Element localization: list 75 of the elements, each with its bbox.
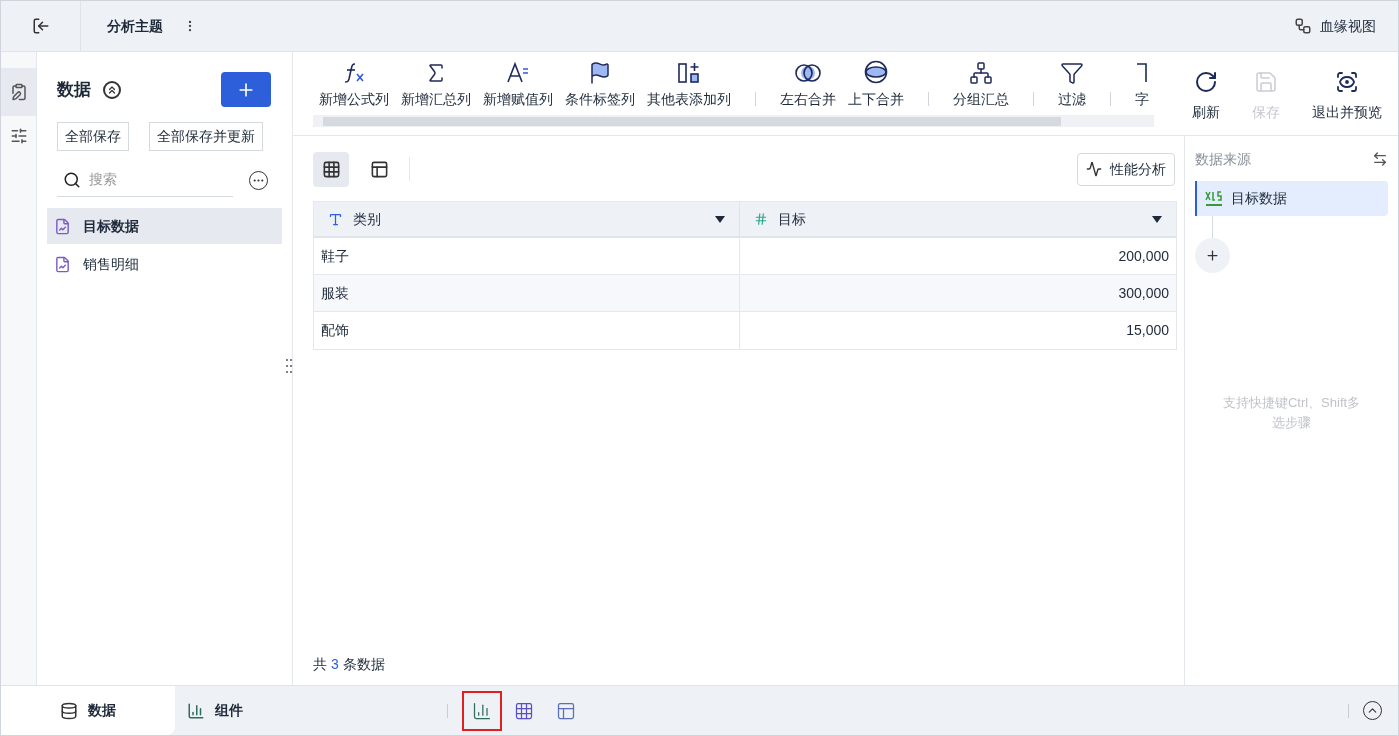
filter-icon <box>1060 61 1084 85</box>
chart-file-icon <box>54 217 71 235</box>
clipboard-icon <box>9 83 28 101</box>
dataset-item[interactable]: 销售明细 <box>47 246 282 282</box>
action-button[interactable]: 退出并预览 <box>1312 70 1382 123</box>
shortcut-hint: 支持快捷键Ctrl、Shift多选步骤 <box>1221 394 1362 432</box>
save-all-button[interactable]: 全部保存并更新 <box>149 122 263 151</box>
bottom-tab[interactable]: 组件 <box>175 686 349 735</box>
toolbar-button[interactable]: 其他表添加列 <box>645 61 733 112</box>
column-plus-icon <box>676 61 702 85</box>
panel-title: 数据来源 <box>1195 149 1251 169</box>
dataset-item[interactable]: 目标数据 <box>47 208 282 244</box>
chart-plus-icon <box>472 700 492 721</box>
table-cell: 鞋子 <box>314 238 740 274</box>
source-step[interactable]: 目标数据 <box>1195 181 1388 216</box>
letter-lines-icon <box>505 61 531 85</box>
column-header[interactable]: 类别 <box>314 202 740 236</box>
search-icon <box>63 170 81 189</box>
spreadsheet-icon <box>1205 189 1223 208</box>
chart-file-icon <box>54 255 71 273</box>
sliders-icon <box>9 127 28 145</box>
grid-plus-icon <box>514 700 534 721</box>
pulse-icon <box>1086 161 1102 177</box>
flow-icon <box>1294 17 1312 35</box>
add-component-button[interactable] <box>462 690 502 731</box>
flag-icon <box>588 61 612 85</box>
performance-button[interactable]: 性能分析 <box>1077 152 1175 186</box>
page-title: 分析主题 <box>107 16 163 36</box>
table-cell: 服装 <box>314 275 740 311</box>
eye-icon <box>1335 70 1359 94</box>
action-button[interactable]: 刷新 <box>1192 70 1220 123</box>
hierarchy-icon <box>969 61 993 85</box>
table-cell-text: 200,000 <box>1117 246 1170 266</box>
exit-icon <box>31 17 50 35</box>
table-cell: 配饰 <box>314 312 740 349</box>
toolbar-button[interactable]: 新增汇总列 <box>399 61 473 112</box>
corner-bracket-icon <box>1135 61 1149 85</box>
add-button[interactable] <box>221 72 271 107</box>
overlapping-circles-icon <box>794 61 822 85</box>
stacked-circle-icon <box>863 59 889 85</box>
hash-icon <box>754 212 768 226</box>
bottom-tab[interactable]: 数据 <box>1 686 175 735</box>
collapse-button[interactable] <box>103 80 121 99</box>
database-icon <box>60 701 78 720</box>
scrollbar[interactable] <box>313 115 1154 127</box>
lineage-button[interactable]: 血缘视图 <box>1294 15 1376 37</box>
dropdown-icon <box>1152 215 1162 223</box>
view-toggle[interactable] <box>313 151 349 187</box>
toolbar-button[interactable]: 新增赋值列 <box>481 61 555 112</box>
plus-icon <box>1205 248 1220 263</box>
swap-icon <box>1372 151 1388 167</box>
panel-plus-icon <box>556 700 576 721</box>
toolbar-button[interactable]: 上下合并 <box>846 59 906 112</box>
column-header[interactable]: 目标 <box>740 202 1176 236</box>
row-count: 共 3 条数据 <box>313 655 386 674</box>
toolbar-button[interactable]: 字 <box>1133 61 1151 112</box>
save-icon <box>1254 70 1278 94</box>
chart-icon <box>187 701 205 720</box>
refresh-icon <box>1194 70 1218 94</box>
table-cell-text: 300,000 <box>1117 283 1170 303</box>
table-cell-text: 15,000 <box>1125 321 1170 340</box>
swap-button[interactable] <box>1372 151 1388 167</box>
layout-icon <box>369 159 389 179</box>
toolbar-button[interactable]: 新增公式列 <box>317 61 391 112</box>
sidebar-title: 数据 <box>57 78 91 101</box>
toolbar-button[interactable]: 分组汇总 <box>951 61 1011 112</box>
dropdown-icon <box>715 215 725 223</box>
toolbar-button[interactable]: 过滤 <box>1056 61 1088 112</box>
drag-handle-icon[interactable] <box>285 358 293 374</box>
toolbar-button[interactable]: 左右合并 <box>778 61 838 112</box>
toolbar-button[interactable]: 条件标签列 <box>563 61 637 112</box>
text-type-icon <box>328 211 343 227</box>
search-field[interactable]: 搜索 <box>89 169 209 190</box>
save-all-button[interactable]: 全部保存 <box>57 122 129 151</box>
grid-icon <box>321 159 341 179</box>
